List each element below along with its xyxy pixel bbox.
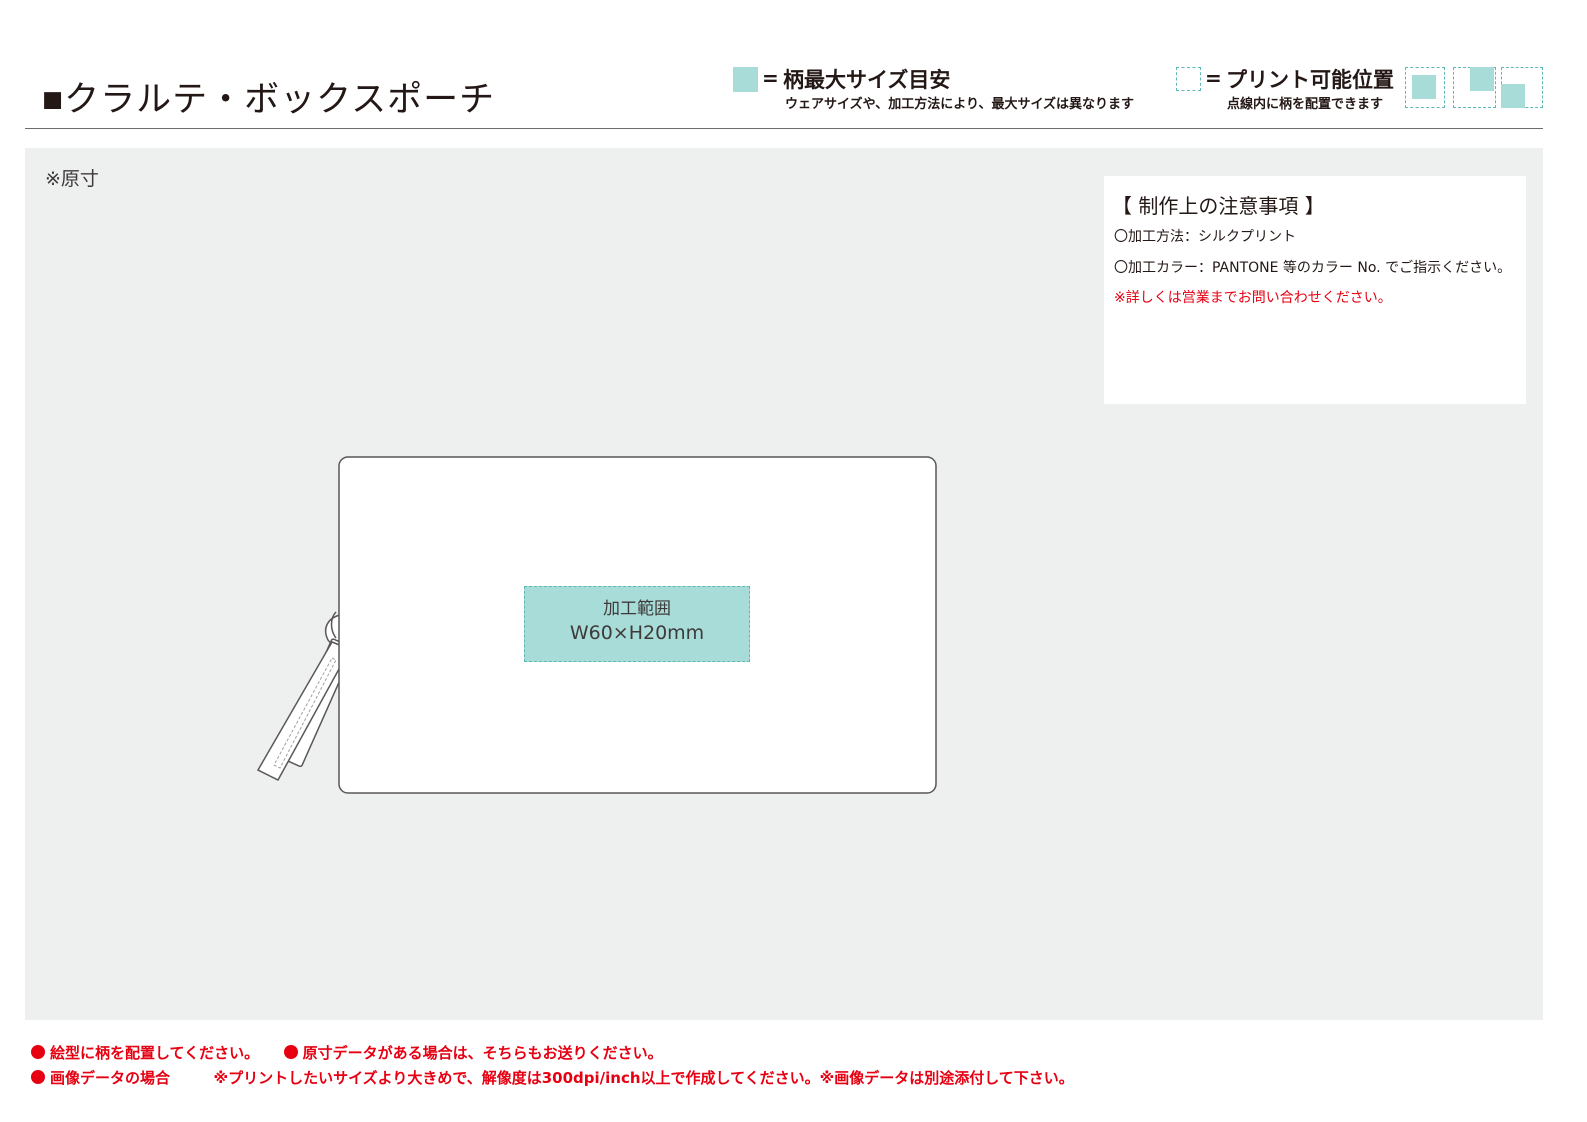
placement-example-top-right <box>1453 67 1496 108</box>
print-position-equals: = <box>1205 66 1222 90</box>
footer-item-original-data: 原寸データがある場合は、そちらもお送りください。 <box>302 1044 663 1062</box>
placement-example-center <box>1405 67 1445 108</box>
bullet-icon <box>283 1045 298 1059</box>
max-size-swatch <box>733 67 758 92</box>
footer-item-place-design: 絵型に柄を配置してください。 <box>50 1044 260 1062</box>
print-position-legend-title: プリント可能位置 <box>1226 68 1394 92</box>
footer-line-2: 画像データの場合 ※プリントしたいサイズより大きめで、解像度は300dpi/in… <box>31 1067 1074 1088</box>
print-position-swatch <box>1176 67 1201 91</box>
print-area: 加工範囲 W60×H20mm <box>524 586 750 662</box>
production-notes-panel: 【 制作上の注意事項 】 〇加工方法：シルクプリント 〇加工カラー：PANTON… <box>1104 176 1526 404</box>
placement-example-bottom-right <box>1501 67 1543 108</box>
print-area-size: W60×H20mm <box>569 622 705 644</box>
bullet-icon <box>31 1070 45 1084</box>
page-title: ■クラルテ・ボックスポーチ <box>42 80 496 120</box>
footer-item-image-data-detail: ※プリントしたいサイズより大きめで、解像度は300dpi/inch以上で作成して… <box>213 1069 1074 1087</box>
bullet-icon <box>31 1045 45 1059</box>
footer-item-image-data: 画像データの場合 <box>50 1069 171 1087</box>
note-processing-color: 〇加工カラー：PANTONE 等のカラー No. でご指示ください。 <box>1114 260 1512 276</box>
note-contact-sales: ※詳しくは営業までお問い合わせください。 <box>1114 290 1392 306</box>
note-processing-method: 〇加工方法：シルクプリント <box>1114 229 1296 245</box>
max-size-legend-note: ウェアサイズや、加工方法により、最大サイズは異なります <box>785 97 1135 112</box>
max-size-legend-title: 柄最大サイズ目安 <box>783 68 951 92</box>
notes-title: 【 制作上の注意事項 】 <box>1112 194 1325 218</box>
print-area-label: 加工範囲 <box>603 599 671 619</box>
header-divider <box>25 128 1543 129</box>
scale-note: ※原寸 <box>45 168 99 190</box>
print-position-legend-note: 点線内に柄を配置できます <box>1227 97 1384 112</box>
footer-line-1: 絵型に柄を配置してください。 原寸データがある場合は、そちらもお送りください。 <box>31 1042 663 1063</box>
max-size-equals: = <box>762 66 779 90</box>
